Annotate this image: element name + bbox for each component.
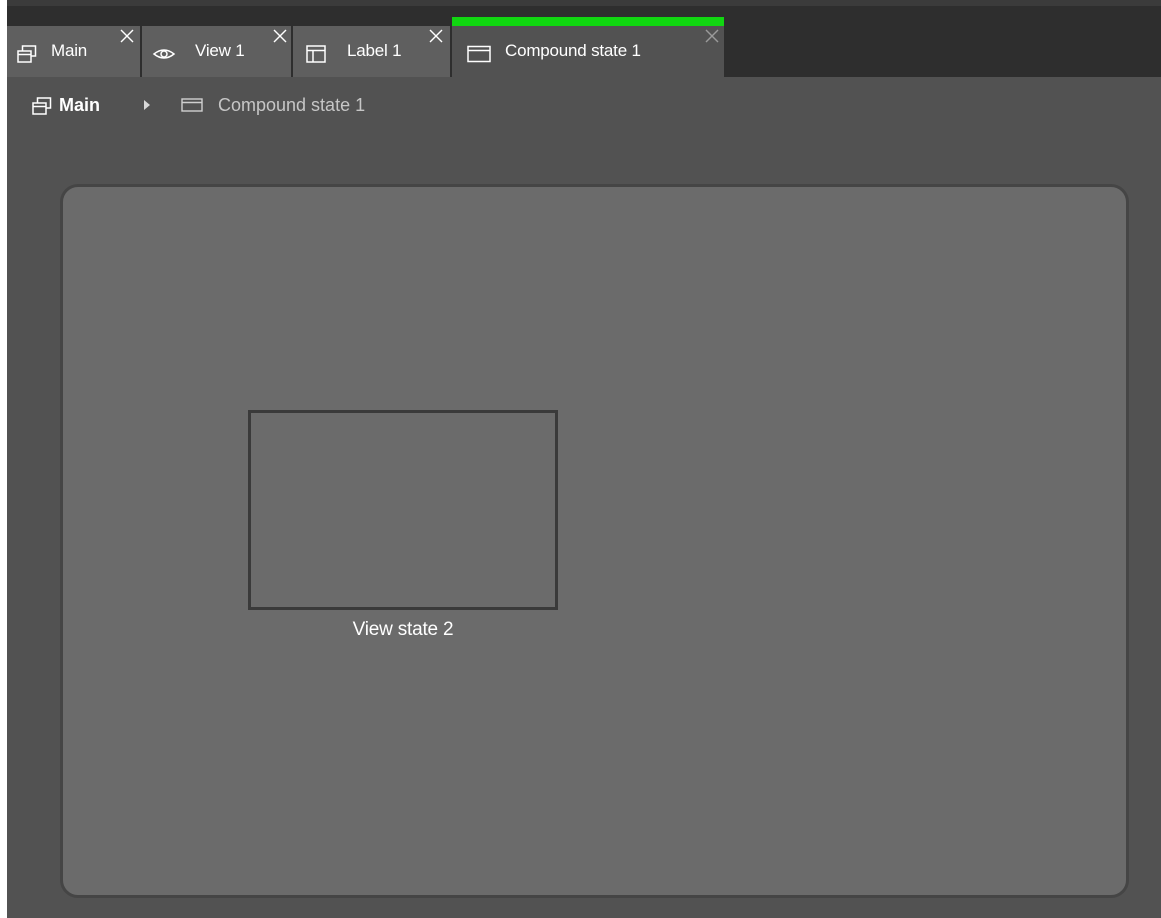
tab-label: Label 1 xyxy=(347,41,402,60)
tab-label: Compound state 1 xyxy=(505,41,641,60)
breadcrumb-item-main[interactable]: Main xyxy=(59,95,100,116)
eye-icon xyxy=(152,49,176,59)
tab-label-1[interactable]: Label 1 xyxy=(293,26,450,77)
window-left-edge xyxy=(0,0,7,918)
view-state-label: View state 2 xyxy=(352,619,454,640)
stacked-windows-icon xyxy=(17,45,37,63)
close-icon[interactable] xyxy=(429,29,443,43)
layout-panel-icon xyxy=(306,45,326,63)
breadcrumb: Main Compound state 1 xyxy=(7,77,1161,137)
editor-workspace: Main Compound state 1 View state 2 xyxy=(7,77,1161,918)
close-icon[interactable] xyxy=(273,29,287,43)
chevron-right-icon xyxy=(144,100,150,110)
tab-label: View 1 xyxy=(195,41,245,60)
view-state-node[interactable] xyxy=(248,410,558,610)
compound-state-canvas[interactable]: View state 2 xyxy=(60,184,1129,898)
tab-bar: Main View 1 Label 1 Compound state 1 xyxy=(7,6,1161,77)
close-icon[interactable] xyxy=(705,29,719,43)
stacked-windows-icon xyxy=(32,97,52,115)
tab-main[interactable]: Main xyxy=(7,26,140,77)
close-icon[interactable] xyxy=(120,29,134,43)
breadcrumb-item-current: Compound state 1 xyxy=(218,95,366,115)
window-icon xyxy=(467,45,491,63)
tab-label: Main xyxy=(51,41,88,60)
window-icon xyxy=(181,98,203,112)
tab-view-1[interactable]: View 1 xyxy=(142,26,291,77)
tab-compound-state-1[interactable]: Compound state 1 xyxy=(452,17,724,77)
active-tab-indicator xyxy=(452,17,724,26)
